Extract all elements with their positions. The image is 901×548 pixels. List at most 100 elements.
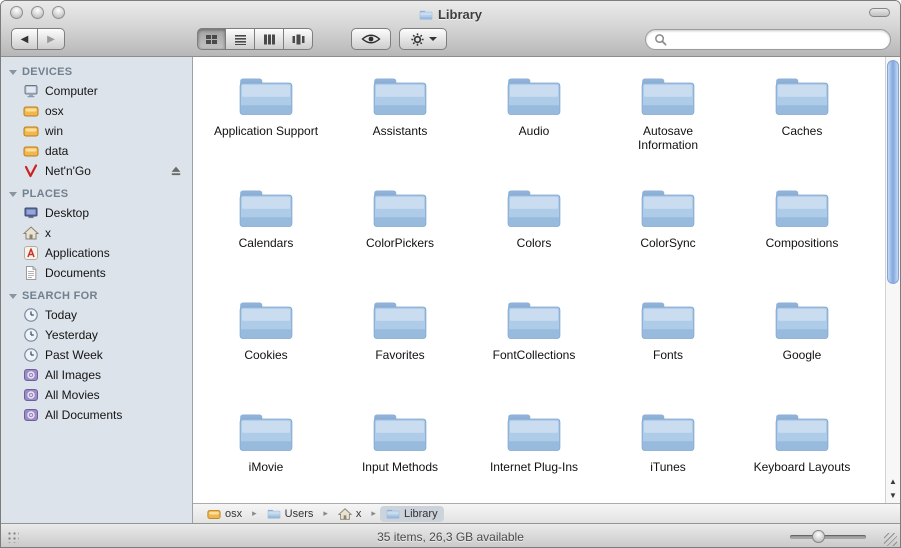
drive-icon bbox=[207, 507, 221, 521]
scroll-up-button[interactable]: ▲ bbox=[886, 474, 900, 488]
path-item-home[interactable]: x bbox=[332, 506, 368, 522]
sidebar-item-all-images[interactable]: All Images bbox=[1, 365, 192, 385]
zoom-button[interactable] bbox=[52, 6, 65, 19]
scroll-down-button[interactable]: ▼ bbox=[886, 488, 900, 502]
folder-item[interactable]: Audio bbox=[467, 67, 601, 179]
sidebar-item-today[interactable]: Today bbox=[1, 305, 192, 325]
sidebar-item-home[interactable]: x bbox=[1, 223, 192, 243]
sidebar-item-yesterday[interactable]: Yesterday bbox=[1, 325, 192, 345]
sidebar-item-win[interactable]: win bbox=[1, 121, 192, 141]
path-separator-icon: ▸ bbox=[323, 508, 328, 518]
folder-item[interactable]: Caches bbox=[735, 67, 869, 179]
column-view-button[interactable] bbox=[255, 28, 284, 50]
folder-item[interactable]: Assistants bbox=[333, 67, 467, 179]
folder-item[interactable]: Keyboard Layouts bbox=[735, 403, 869, 503]
scrollbar-thumb[interactable] bbox=[887, 60, 899, 284]
folder-icon bbox=[772, 72, 832, 120]
sidebar-section-places[interactable]: PLACES bbox=[1, 181, 192, 203]
minimize-button[interactable] bbox=[31, 6, 44, 19]
folder-item[interactable]: Autosave Information bbox=[601, 67, 735, 179]
sidebar-section-devices[interactable]: DEVICES bbox=[1, 59, 192, 81]
clock-icon bbox=[23, 307, 39, 323]
folder-proxy-icon[interactable] bbox=[419, 8, 433, 22]
action-menu-button[interactable] bbox=[399, 28, 447, 50]
folder-item[interactable]: Input Methods bbox=[333, 403, 467, 503]
back-icon: ◀ bbox=[20, 33, 29, 45]
search-input[interactable] bbox=[672, 32, 882, 47]
forward-button[interactable]: ▶ bbox=[38, 28, 65, 50]
section-label: DEVICES bbox=[22, 66, 73, 78]
traffic-lights bbox=[10, 6, 65, 19]
disclosure-triangle-icon[interactable] bbox=[9, 69, 17, 75]
folder-label: Google bbox=[782, 348, 822, 362]
folder-item[interactable]: Compositions bbox=[735, 179, 869, 291]
grid-dots-icon[interactable] bbox=[7, 531, 19, 543]
folder-item[interactable]: iTunes bbox=[601, 403, 735, 503]
sidebar-item-label: osx bbox=[45, 104, 64, 118]
sidebar-item-applications[interactable]: Applications bbox=[1, 243, 192, 263]
sidebar-item-desktop[interactable]: Desktop bbox=[1, 203, 192, 223]
back-button[interactable]: ◀ bbox=[11, 28, 38, 50]
path-item-osx[interactable]: osx bbox=[201, 506, 248, 522]
folder-item[interactable]: Fonts bbox=[601, 291, 735, 403]
disclosure-triangle-icon[interactable] bbox=[9, 191, 17, 197]
path-item-library[interactable]: Library bbox=[379, 505, 444, 522]
folder-item[interactable]: Internet Plug-Ins bbox=[467, 403, 601, 503]
sidebar-item-documents[interactable]: Documents bbox=[1, 263, 192, 283]
column-view-icon bbox=[263, 34, 275, 44]
sidebar-item-data[interactable]: data bbox=[1, 141, 192, 161]
title-proxy[interactable]: Library bbox=[419, 2, 482, 22]
icon-size-slider[interactable] bbox=[790, 530, 866, 543]
sidebar-section-search-for[interactable]: SEARCH FOR bbox=[1, 283, 192, 305]
close-button[interactable] bbox=[10, 6, 23, 19]
disclosure-triangle-icon[interactable] bbox=[9, 293, 17, 299]
folder-icon bbox=[504, 296, 564, 344]
coverflow-view-button[interactable] bbox=[284, 28, 313, 50]
window-chrome: Library ◀ ▶ bbox=[1, 1, 900, 57]
sidebar-item-netngo[interactable]: Net'n'Go bbox=[1, 161, 192, 181]
content-column: Application Support Assistants Audio Aut… bbox=[193, 57, 900, 523]
icon-view-button[interactable] bbox=[197, 28, 226, 50]
toolbar-toggle-button[interactable] bbox=[869, 8, 890, 17]
folder-item[interactable]: FontCollections bbox=[467, 291, 601, 403]
sidebar-item-osx[interactable]: osx bbox=[1, 101, 192, 121]
resize-grip-icon[interactable] bbox=[884, 533, 897, 546]
applications-icon bbox=[23, 245, 39, 261]
smart-folder-icon bbox=[23, 407, 39, 423]
sidebar-item-all-movies[interactable]: All Movies bbox=[1, 385, 192, 405]
sidebar-item-label: Applications bbox=[45, 246, 110, 260]
network-drive-icon bbox=[23, 163, 39, 179]
vertical-scrollbar[interactable]: ▲ ▼ bbox=[885, 57, 900, 503]
folder-label: Favorites bbox=[375, 348, 425, 362]
section-label: SEARCH FOR bbox=[22, 290, 98, 302]
finder-window: Library ◀ ▶ DEVICES Computer osx win dat… bbox=[0, 0, 901, 548]
sidebar-item-computer[interactable]: Computer bbox=[1, 81, 192, 101]
eye-icon bbox=[361, 33, 381, 45]
sidebar-item-label: Today bbox=[45, 308, 78, 322]
status-bar: 35 items, 26,3 GB available bbox=[1, 523, 900, 547]
folder-item[interactable]: Calendars bbox=[199, 179, 333, 291]
folder-item[interactable]: ColorSync bbox=[601, 179, 735, 291]
folder-icon bbox=[370, 184, 430, 232]
search-field[interactable] bbox=[645, 29, 891, 50]
folder-item[interactable]: Application Support bbox=[199, 67, 333, 179]
title-bar[interactable]: Library bbox=[1, 1, 900, 23]
sidebar-item-label: All Movies bbox=[45, 388, 100, 402]
sidebar-item-label: All Images bbox=[45, 368, 102, 382]
path-item-users[interactable]: Users bbox=[261, 506, 320, 522]
eject-icon[interactable] bbox=[169, 164, 183, 178]
home-icon bbox=[338, 507, 352, 521]
status-text: 35 items, 26,3 GB available bbox=[377, 529, 524, 544]
folder-item[interactable]: Favorites bbox=[333, 291, 467, 403]
scrollbar-arrows: ▲ ▼ bbox=[886, 474, 900, 502]
slider-knob[interactable] bbox=[812, 530, 825, 543]
quicklook-button[interactable] bbox=[351, 28, 391, 50]
folder-item[interactable]: Cookies bbox=[199, 291, 333, 403]
folder-item[interactable]: iMovie bbox=[199, 403, 333, 503]
sidebar-item-all-documents[interactable]: All Documents bbox=[1, 405, 192, 425]
sidebar-item-past-week[interactable]: Past Week bbox=[1, 345, 192, 365]
list-view-button[interactable] bbox=[226, 28, 255, 50]
folder-item[interactable]: Colors bbox=[467, 179, 601, 291]
folder-item[interactable]: Google bbox=[735, 291, 869, 403]
folder-item[interactable]: ColorPickers bbox=[333, 179, 467, 291]
